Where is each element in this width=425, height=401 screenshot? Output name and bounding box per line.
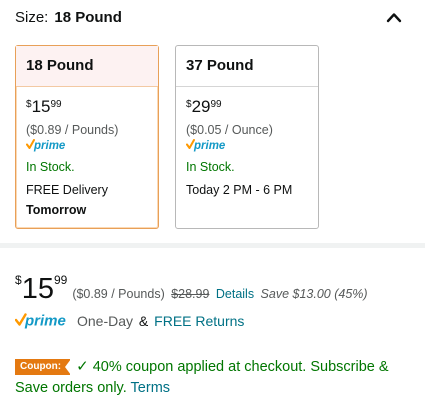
section-divider	[0, 243, 425, 248]
chevron-up-icon[interactable]	[384, 8, 404, 26]
unit-price: ($0.89 / Pounds)	[26, 123, 119, 137]
one-day-label: One-Day	[77, 313, 134, 329]
coupon-badge: Coupon:	[15, 359, 72, 375]
main-price-whole: 15	[21, 273, 54, 305]
size-header: Size: 18 Pound	[15, 8, 410, 30]
free-returns-link[interactable]: FREE Returns	[154, 313, 244, 329]
delivery-info: Today 2 PM - 6 PM	[186, 183, 293, 197]
coupon-terms-link[interactable]: Terms	[131, 380, 170, 396]
main-price-fraction: 99	[53, 273, 68, 287]
savings-text: Save $13.00 (45%)	[260, 287, 368, 301]
price-whole: 29	[191, 97, 211, 116]
price-currency: $	[26, 99, 32, 110]
unit-price: ($0.05 / Ounce)	[186, 123, 273, 137]
delivery-label: FREE Delivery	[26, 183, 108, 197]
size-option-name: 18 Pound	[16, 46, 158, 87]
prime-logo-text: prime	[24, 312, 66, 329]
main-price-row: $1599 ($0.89 / Pounds) $28.99 Details Sav…	[15, 273, 368, 307]
main-unit-price: ($0.89 / Pounds)	[72, 287, 165, 301]
prime-logo-icon: prime	[186, 138, 308, 154]
prime-logo-icon: prime	[15, 312, 66, 329]
size-label: Size: 18 Pound	[15, 9, 122, 26]
coupon-section: Coupon: ✓ 40% coupon applied at checkout.…	[15, 356, 415, 399]
prime-logo-text: prime	[193, 140, 226, 152]
size-option-price: $1599	[26, 97, 148, 119]
price-fraction: 99	[210, 99, 222, 110]
check-icon: ✓	[76, 358, 89, 375]
size-option-name: 37 Pound	[176, 46, 318, 87]
size-option-price: $2999	[186, 97, 308, 119]
price-fraction: 99	[50, 99, 62, 110]
size-option-18-pound[interactable]: 18 Pound $1599 ($0.89 / Pounds) prime In…	[15, 45, 159, 229]
stock-status: In Stock.	[26, 160, 75, 174]
price-currency: $	[186, 99, 192, 110]
selected-size-value: 18 Pound	[54, 9, 122, 26]
stock-status: In Stock.	[186, 160, 235, 174]
details-link[interactable]: Details	[216, 287, 254, 301]
prime-delivery-row: prime One-Day & FREE Returns	[15, 312, 244, 333]
list-price: $28.99	[171, 287, 210, 301]
main-price-currency: $	[15, 273, 22, 287]
size-option-37-pound[interactable]: 37 Pound $2999 ($0.05 / Ounce) prime In …	[175, 45, 319, 229]
price-whole: 15	[31, 97, 51, 116]
size-label-text: Size:	[15, 9, 49, 26]
delivery-info: FREE Delivery Tomorrow	[26, 180, 148, 220]
ampersand-text: &	[138, 313, 149, 329]
prime-logo-text: prime	[33, 140, 66, 152]
delivery-when: Tomorrow	[26, 203, 87, 217]
prime-logo-icon: prime	[26, 138, 148, 154]
